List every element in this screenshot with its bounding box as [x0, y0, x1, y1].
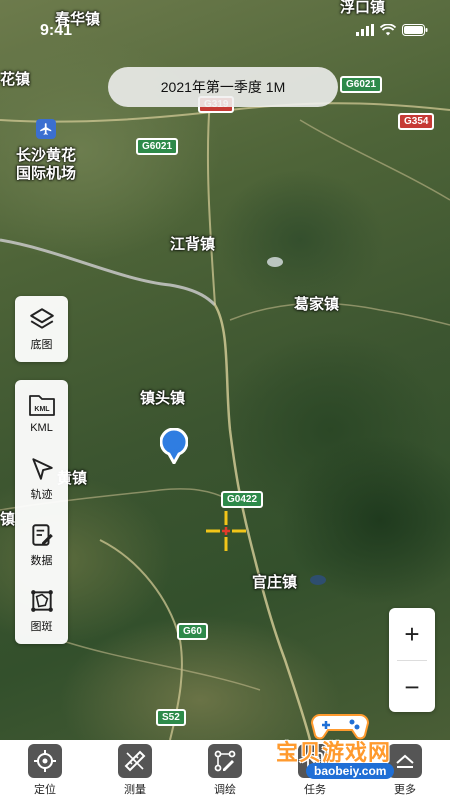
- place-label-zhentou: 镇头镇: [140, 390, 186, 407]
- patch-button[interactable]: 图斑: [15, 578, 68, 644]
- road-shield-g6021-west: G6021: [136, 138, 179, 155]
- basemap-label: 底图: [30, 339, 53, 351]
- watermark-url: baobeiy.com: [306, 763, 395, 779]
- place-label-guanzhuang: 官庄镇: [252, 574, 298, 591]
- measure-icon: [118, 743, 152, 778]
- place-label-gejia: 葛家镇: [294, 296, 340, 313]
- basemap-button[interactable]: 底图: [15, 296, 68, 362]
- nav-item-measure[interactable]: 测量: [100, 743, 170, 797]
- zoom-control: + −: [389, 608, 435, 712]
- status-time: 9:41: [40, 22, 73, 39]
- nav-item-locate[interactable]: 定位: [10, 743, 80, 797]
- patch-label: 图斑: [30, 621, 53, 633]
- place-label-airport-line2: 国际机场: [16, 165, 77, 182]
- wifi-icon: [380, 24, 396, 36]
- imagery-date-selector[interactable]: 2021年第一季度 1M: [108, 67, 338, 107]
- svg-text:KML: KML: [34, 406, 50, 413]
- place-label-hua: 花镇: [0, 71, 31, 88]
- survey-draw-icon: [208, 743, 242, 778]
- road-shield-g0422: G0422: [221, 491, 264, 508]
- signal-icon: [356, 24, 374, 36]
- nav-item-survey[interactable]: 调绘: [190, 743, 260, 797]
- battery-icon: [402, 24, 428, 36]
- kml-button[interactable]: KML KML: [15, 380, 68, 446]
- patch-icon: [30, 590, 53, 612]
- road-shield-g60: G60: [177, 623, 208, 640]
- data-label: 数据: [30, 555, 53, 567]
- road-shield-g6021-east: G6021: [340, 76, 383, 93]
- place-label-zhen: 镇: [0, 511, 16, 528]
- nav-label-locate: 定位: [34, 783, 56, 796]
- track-button[interactable]: 轨迹: [15, 446, 68, 512]
- status-icons: [356, 24, 428, 36]
- layers-icon: [29, 308, 54, 329]
- nav-label-measure: 测量: [124, 783, 146, 796]
- locate-icon: [28, 743, 62, 778]
- tools-panel: KML KML 轨迹 数据 图斑: [15, 380, 68, 644]
- airplane-icon: [36, 119, 56, 139]
- location-pin-icon[interactable]: [159, 427, 189, 467]
- data-button[interactable]: 数据: [15, 512, 68, 578]
- zoom-in-button[interactable]: +: [389, 608, 435, 660]
- nav-label-survey: 调绘: [214, 783, 236, 796]
- track-label: 轨迹: [30, 489, 53, 501]
- road-shield-g354: G354: [398, 113, 435, 130]
- data-edit-icon: [31, 524, 53, 546]
- place-label-jiangbei: 江背镇: [170, 236, 216, 253]
- road-shield-s52: S52: [156, 709, 186, 726]
- basemap-panel: 底图: [15, 296, 68, 362]
- track-cursor-icon: [31, 458, 53, 480]
- kml-folder-icon: KML: [28, 395, 55, 416]
- kml-label: KML: [30, 422, 53, 434]
- map-center-crosshair-icon: [206, 511, 246, 551]
- status-bar: 9:41: [0, 0, 450, 44]
- site-watermark: 宝贝游戏网 baobeiy.com: [276, 705, 446, 795]
